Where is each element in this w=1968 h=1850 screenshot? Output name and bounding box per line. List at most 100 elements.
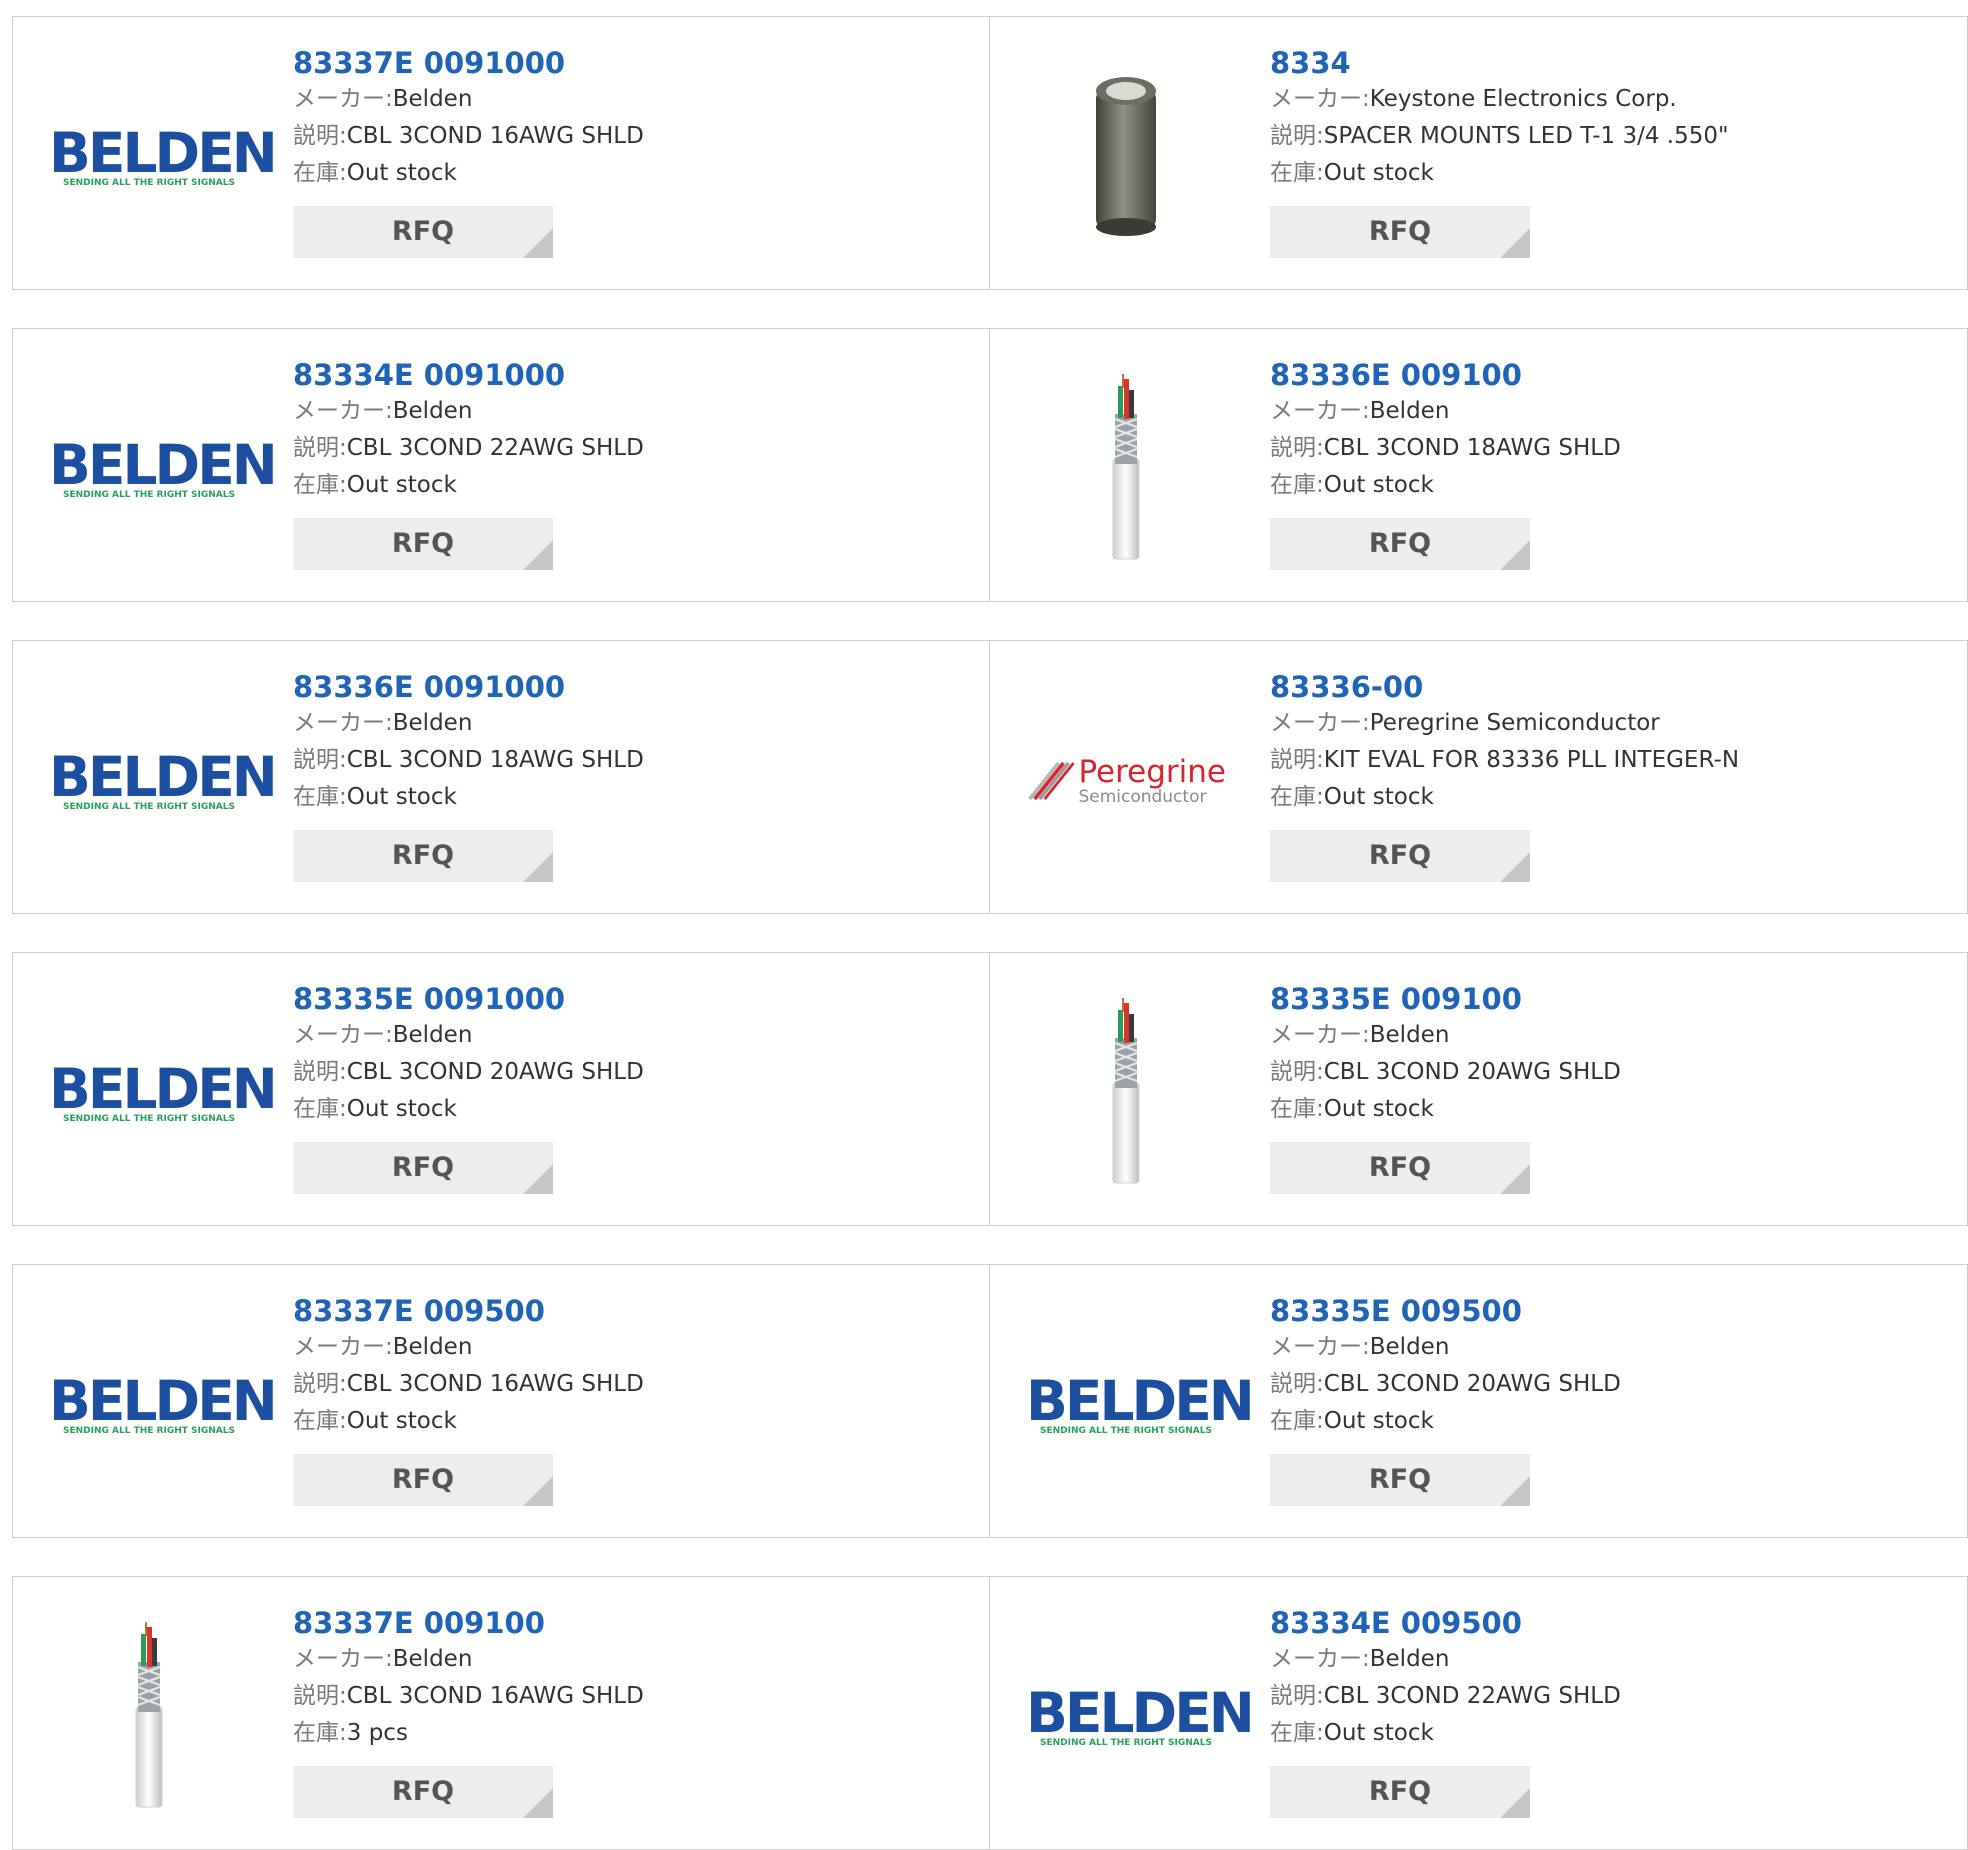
product-part-link[interactable]: 83337E 009100 — [293, 1605, 953, 1641]
rfq-button[interactable]: RFQ — [293, 1766, 553, 1818]
product-info: 83336E 009100 メーカー:Belden 説明:CBL 3COND 18A… — [1270, 357, 1930, 570]
belden-logo: BELDEN SENDING ALL THE RIGHT SIGNALS — [1026, 1369, 1255, 1437]
maker-value: Peregrine Semiconductor — [1369, 710, 1660, 736]
maker-line: メーカー:Belden — [293, 393, 953, 430]
product-part-link[interactable]: 83337E 0091000 — [293, 45, 953, 81]
product-card: 8334 メーカー:Keystone Electronics Corp. 説明:SP… — [989, 16, 1968, 290]
stock-label: 在庫: — [1270, 472, 1324, 498]
maker-label: メーカー: — [1270, 1022, 1370, 1048]
spacer-image — [1096, 77, 1156, 236]
product-info: 83336-00 メーカー:Peregrine Semiconductor 説明:K… — [1270, 669, 1930, 882]
maker-value: Belden — [1369, 1646, 1450, 1672]
corner-triangle-icon — [523, 852, 553, 882]
product-info: 83335E 009100 メーカー:Belden 説明:CBL 3COND 20A… — [1270, 981, 1930, 1194]
description-value: CBL 3COND 22AWG SHLD — [1323, 1683, 1621, 1709]
description-line: 説明:CBL 3COND 22AWG SHLD — [293, 430, 953, 467]
stock-line: 在庫:Out stock — [1270, 155, 1930, 192]
product-image[interactable]: BELDEN SENDING ALL THE RIGHT SIGNALS — [49, 993, 278, 1193]
maker-line: メーカー:Belden — [293, 1641, 953, 1678]
product-part-link[interactable]: 83334E 0091000 — [293, 357, 953, 393]
description-label: 説明: — [1270, 435, 1324, 461]
rfq-button[interactable]: RFQ — [1270, 1142, 1530, 1194]
rfq-button[interactable]: RFQ — [1270, 1766, 1530, 1818]
product-part-link[interactable]: 8334 — [1270, 45, 1930, 81]
product-info: 83334E 009500 メーカー:Belden 説明:CBL 3COND 22A… — [1270, 1605, 1930, 1818]
corner-triangle-icon — [523, 228, 553, 258]
belden-logo: BELDEN SENDING ALL THE RIGHT SIGNALS — [49, 1057, 278, 1125]
product-info: 83337E 009500 メーカー:Belden 説明:CBL 3COND 16A… — [293, 1293, 953, 1506]
stock-value: Out stock — [1323, 1720, 1434, 1746]
rfq-button[interactable]: RFQ — [293, 1454, 553, 1506]
stock-label: 在庫: — [1270, 784, 1324, 810]
product-image[interactable] — [1026, 369, 1226, 569]
product-card: BELDEN SENDING ALL THE RIGHT SIGNALS 83336… — [12, 640, 991, 914]
rfq-button[interactable]: RFQ — [1270, 830, 1530, 882]
description-value: SPACER MOUNTS LED T-1 3/4 .550" — [1323, 123, 1729, 149]
product-part-link[interactable]: 83335E 009100 — [1270, 981, 1930, 1017]
rfq-button[interactable]: RFQ — [293, 518, 553, 570]
product-image[interactable] — [1026, 57, 1226, 257]
product-part-link[interactable]: 83336E 009100 — [1270, 357, 1930, 393]
rfq-button-label: RFQ — [1368, 1776, 1432, 1807]
rfq-button[interactable]: RFQ — [1270, 518, 1530, 570]
stock-line: 在庫:Out stock — [1270, 1715, 1930, 1752]
maker-line: メーカー:Belden — [1270, 1329, 1930, 1366]
product-part-link[interactable]: 83336-00 — [1270, 669, 1930, 705]
product-part-link[interactable]: 83335E 009500 — [1270, 1293, 1930, 1329]
rfq-button-label: RFQ — [391, 216, 455, 247]
stock-line: 在庫:Out stock — [1270, 779, 1930, 816]
product-part-link[interactable]: 83336E 0091000 — [293, 669, 953, 705]
maker-value: Belden — [392, 86, 473, 112]
stock-value: Out stock — [1323, 472, 1434, 498]
rfq-button[interactable]: RFQ — [293, 206, 553, 258]
maker-label: メーカー: — [1270, 86, 1370, 112]
maker-label: メーカー: — [1270, 398, 1370, 424]
peregrine-logo: Peregrine Semiconductor — [1026, 751, 1226, 811]
description-label: 説明: — [1270, 1683, 1324, 1709]
description-value: KIT EVAL FOR 83336 PLL INTEGER-N — [1323, 747, 1740, 773]
rfq-button[interactable]: RFQ — [1270, 206, 1530, 258]
product-part-link[interactable]: 83337E 009500 — [293, 1293, 953, 1329]
product-image[interactable]: BELDEN SENDING ALL THE RIGHT SIGNALS — [49, 369, 278, 569]
product-card: 83337E 009100 メーカー:Belden 説明:CBL 3COND 16A… — [12, 1576, 991, 1850]
product-info: 8334 メーカー:Keystone Electronics Corp. 説明:SP… — [1270, 45, 1930, 258]
maker-label: メーカー: — [1270, 710, 1370, 736]
rfq-button[interactable]: RFQ — [293, 1142, 553, 1194]
cable-image — [1112, 374, 1140, 560]
product-image[interactable] — [1026, 993, 1226, 1193]
maker-value: Belden — [392, 1646, 473, 1672]
product-image[interactable] — [49, 1617, 249, 1817]
stock-line: 在庫:3 pcs — [293, 1715, 953, 1752]
description-line: 説明:CBL 3COND 16AWG SHLD — [293, 1678, 953, 1715]
product-card: BELDEN SENDING ALL THE RIGHT SIGNALS 83335… — [12, 952, 991, 1226]
product-image[interactable]: BELDEN SENDING ALL THE RIGHT SIGNALS — [1026, 1305, 1255, 1505]
description-label: 説明: — [293, 123, 347, 149]
description-value: CBL 3COND 16AWG SHLD — [346, 1683, 644, 1709]
description-value: CBL 3COND 20AWG SHLD — [1323, 1059, 1621, 1085]
stock-line: 在庫:Out stock — [293, 1403, 953, 1440]
maker-line: メーカー:Belden — [293, 81, 953, 118]
rfq-button[interactable]: RFQ — [1270, 1454, 1530, 1506]
product-part-link[interactable]: 83335E 0091000 — [293, 981, 953, 1017]
product-info: 83334E 0091000 メーカー:Belden 説明:CBL 3COND 22… — [293, 357, 953, 570]
stock-line: 在庫:Out stock — [1270, 1403, 1930, 1440]
stock-label: 在庫: — [293, 472, 347, 498]
product-grid: BELDEN SENDING ALL THE RIGHT SIGNALS 83337… — [0, 0, 1968, 1850]
stock-line: 在庫:Out stock — [293, 467, 953, 504]
product-part-link[interactable]: 83334E 009500 — [1270, 1605, 1930, 1641]
product-image[interactable]: BELDEN SENDING ALL THE RIGHT SIGNALS — [1026, 1617, 1255, 1817]
stock-label: 在庫: — [293, 784, 347, 810]
rfq-button[interactable]: RFQ — [293, 830, 553, 882]
product-card: 83336E 009100 メーカー:Belden 説明:CBL 3COND 18A… — [989, 328, 1968, 602]
belden-logo: BELDEN SENDING ALL THE RIGHT SIGNALS — [49, 121, 278, 189]
maker-line: メーカー:Peregrine Semiconductor — [1270, 705, 1930, 742]
maker-value: Belden — [392, 1334, 473, 1360]
product-image[interactable]: BELDEN SENDING ALL THE RIGHT SIGNALS — [49, 681, 278, 881]
product-image[interactable]: Peregrine Semiconductor — [1026, 681, 1226, 881]
product-card: BELDEN SENDING ALL THE RIGHT SIGNALS 83337… — [12, 16, 991, 290]
product-image[interactable]: BELDEN SENDING ALL THE RIGHT SIGNALS — [49, 57, 278, 257]
maker-line: メーカー:Keystone Electronics Corp. — [1270, 81, 1930, 118]
product-image[interactable]: BELDEN SENDING ALL THE RIGHT SIGNALS — [49, 1305, 278, 1505]
stock-line: 在庫:Out stock — [293, 155, 953, 192]
product-info: 83337E 009100 メーカー:Belden 説明:CBL 3COND 16A… — [293, 1605, 953, 1818]
